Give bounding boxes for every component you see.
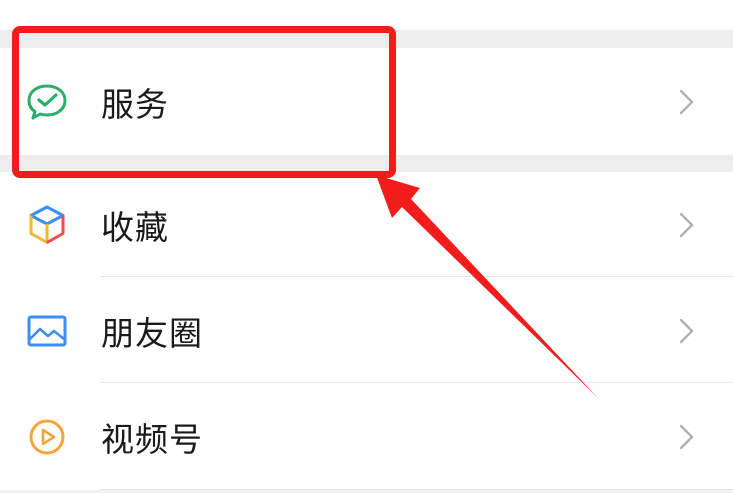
highlight-box — [12, 26, 396, 178]
menu-item-moments[interactable]: 朋友圈 — [0, 278, 733, 383]
menu-item-label: 朋友圈 — [101, 313, 203, 353]
landscape-image-icon — [24, 308, 70, 354]
divider — [100, 382, 733, 383]
menu-item-label: 视频号 — [101, 420, 203, 459]
divider — [100, 276, 733, 277]
menu-item-label: 收藏 — [101, 207, 169, 247]
chevron-right-icon — [679, 424, 694, 450]
cube-icon — [24, 202, 70, 248]
chevron-right-icon — [679, 212, 694, 237]
menu-item-favorites[interactable]: 收藏 — [0, 172, 733, 277]
chevron-right-icon — [679, 318, 694, 343]
menu-item-channels[interactable]: 视频号 — [0, 384, 733, 490]
chevron-right-icon — [679, 89, 694, 114]
play-aperture-icon — [24, 414, 70, 460]
